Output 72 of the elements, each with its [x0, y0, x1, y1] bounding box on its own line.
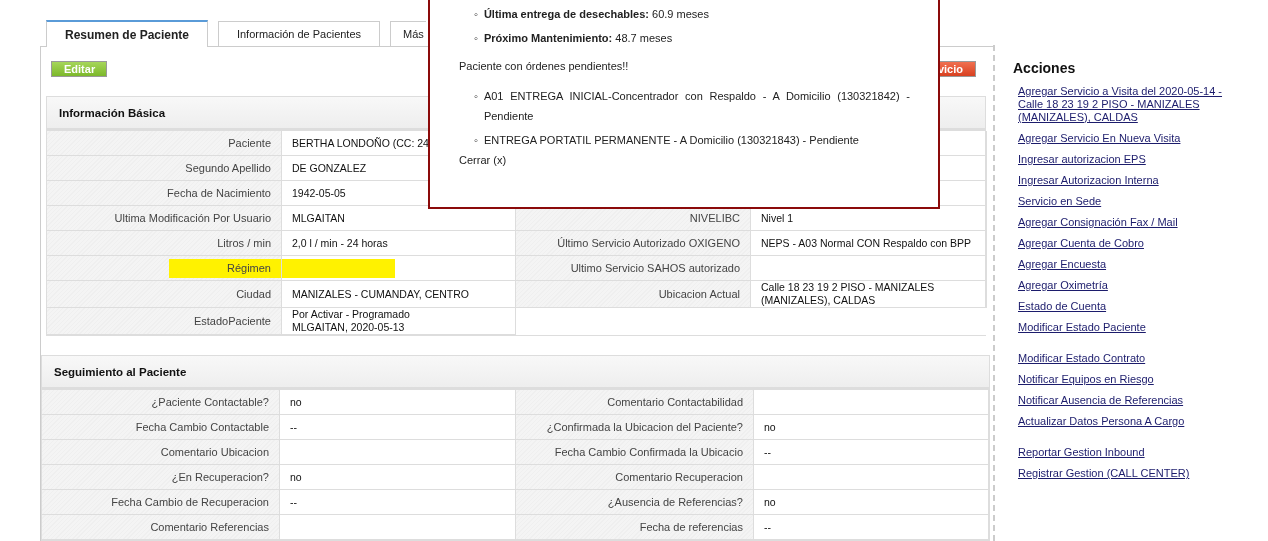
action-link[interactable]: Notificar Ausencia de Referencias: [1018, 394, 1233, 407]
action-link[interactable]: Agregar Servicio En Nueva Visita: [1018, 132, 1233, 145]
field-value: 1942-05-05: [292, 186, 346, 200]
action-link[interactable]: Registrar Gestion (CALL CENTER): [1018, 467, 1233, 480]
field-label: ¿En Recuperacion?: [171, 470, 269, 484]
field-label: Ultima Modificación Por Usuario: [114, 211, 271, 225]
field-label: Último Servicio Autorizado OXIGENO: [557, 236, 740, 250]
field-label: NIVELIBC: [689, 211, 740, 225]
bullet: ◦: [474, 133, 478, 148]
action-link[interactable]: Agregar Cuenta de Cobro: [1018, 237, 1233, 250]
field-value: Calle 18 23 19 2 PISO - MANIZALES (MANIZALES), CALDAS: [761, 281, 936, 307]
field-value: --: [290, 495, 297, 509]
action-link[interactable]: Reportar Gestion Inbound: [1018, 446, 1233, 459]
field-label: Ubicacion Actual: [658, 287, 740, 301]
action-link[interactable]: Agregar Oximetría: [1018, 279, 1233, 292]
action-link[interactable]: Modificar Estado Contrato: [1018, 352, 1233, 365]
tab[interactable]: Información de Pacientes: [218, 21, 380, 46]
action-link[interactable]: Agregar Encuesta: [1018, 258, 1233, 271]
field-value: MLGAITAN: [292, 211, 345, 225]
field-value: MANIZALES - CUMANDAY, CENTRO: [292, 287, 469, 301]
field-value: --: [764, 445, 771, 459]
action-link[interactable]: Servicio en Sede: [1018, 195, 1233, 208]
action-link[interactable]: Estado de Cuenta: [1018, 300, 1233, 313]
field-label: ¿Confirmada la Ubicacion del Paciente?: [546, 420, 743, 434]
field-value: 2,0 l / min - 24 horas: [292, 236, 388, 250]
tab[interactable]: Resumen de Paciente: [46, 20, 208, 47]
field-label: Paciente: [228, 136, 271, 150]
field-value: no: [764, 420, 776, 434]
field-label: Ciudad: [236, 287, 271, 301]
field-label: Fecha Cambio Confirmada la Ubicacio: [554, 445, 743, 459]
field-label: Ultimo Servicio SAHOS autorizado: [570, 261, 740, 275]
action-link[interactable]: Modificar Estado Paciente: [1018, 321, 1233, 334]
field-label: Comentario Referencias: [150, 520, 269, 534]
bullet: ◦: [474, 31, 478, 46]
field-value: Por Activar - Programado MLGAITAN, 2020-05-13: [292, 308, 410, 334]
info-item: Última entrega de desechables: 60.9 meses: [483, 7, 709, 22]
action-link[interactable]: Notificar Equipos en Riesgo: [1018, 373, 1233, 386]
field-value: BERTHA LONDOÑO (CC: 24: [292, 136, 429, 150]
bullet: ◦: [474, 7, 478, 22]
pending-notice: Paciente con órdenes pendientes!!: [459, 60, 630, 72]
field-value: NEPS - A03 Normal CON Respaldo con BPP: [761, 236, 972, 250]
action-link[interactable]: Actualizar Datos Persona A Cargo: [1018, 415, 1233, 428]
action-link[interactable]: Ingresar Autorizacion Interna: [1018, 174, 1233, 187]
field-label: Régimen: [168, 258, 281, 278]
field-value: no: [290, 470, 302, 484]
field-label: EstadoPaciente: [193, 314, 271, 328]
close-link[interactable]: Cerrar (x): [459, 154, 507, 166]
field-value: no: [290, 395, 302, 409]
tab[interactable]: Más: [390, 21, 426, 46]
field-label: ¿Ausencia de Referencias?: [607, 495, 743, 509]
section-header: Seguimiento al Paciente: [42, 356, 989, 390]
field-label: Fecha Cambio de Recuperacion: [111, 495, 269, 509]
field-label: Fecha de Nacimiento: [167, 186, 271, 200]
field-value: Nivel 1: [761, 211, 794, 225]
field-label: Fecha de referencias: [639, 520, 743, 534]
field-label: Comentario Recuperacion: [615, 470, 743, 484]
field-label: Comentario Contactabilidad: [607, 395, 743, 409]
field-value: --: [290, 420, 297, 434]
field-value: DE GONZALEZ: [292, 161, 367, 175]
field-label: Segundo Apellido: [185, 161, 271, 175]
action-link[interactable]: Agregar Consignación Fax / Mail: [1018, 216, 1233, 229]
field-label: Comentario Ubicacion: [160, 445, 269, 459]
pending-order: ENTREGA PORTATIL PERMANENTE - A Domicilio (130321843) - Pendiente: [483, 133, 859, 148]
action-link[interactable]: Ingresar autorizacion EPS: [1018, 153, 1233, 166]
info-item: Próximo Mantenimiento: 48.7 meses: [483, 31, 673, 46]
field-value: --: [764, 520, 771, 534]
field-value: no: [764, 495, 776, 509]
actions-heading: Acciones: [1013, 60, 1077, 76]
field-label: Litros / min: [217, 236, 271, 250]
field-label: ¿Paciente Contactable?: [151, 395, 269, 409]
field-label: Fecha Cambio Contactable: [135, 420, 269, 434]
action-link[interactable]: Agregar Servicio a Visita del 2020-05-14 - Calle 18 23 19 2 PISO - MANIZALES (MANIZALES), CALDAS: [1018, 85, 1233, 124]
